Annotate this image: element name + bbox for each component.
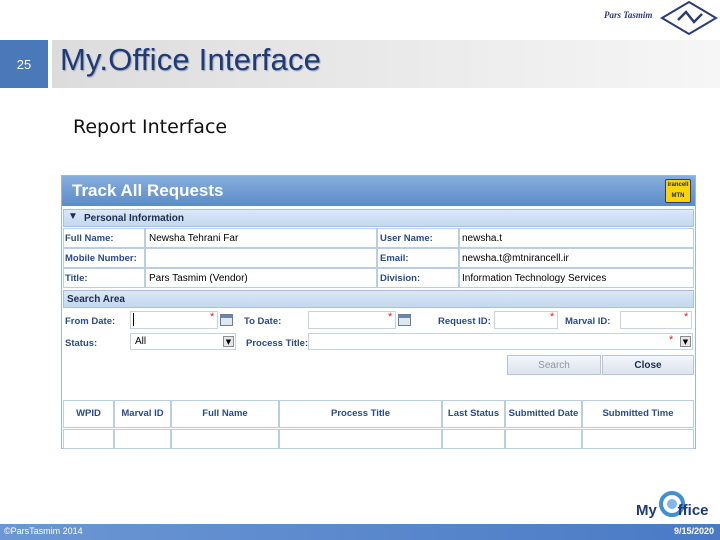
column-header-process-title[interactable]: Process Title xyxy=(279,400,442,428)
irancell-logo-icon: irancell MTN xyxy=(665,179,691,203)
to-date-input[interactable] xyxy=(308,311,396,329)
mobile-value-cell xyxy=(145,248,377,268)
column-header-marval-id[interactable]: Marval ID xyxy=(114,400,171,428)
user-name-value: newsha.t xyxy=(462,233,503,244)
table-cell xyxy=(171,429,279,449)
search-area-label: Search Area xyxy=(67,294,125,305)
request-id-label: Request ID: xyxy=(438,316,491,327)
required-asterisk: * xyxy=(669,334,674,346)
mobile-label: Mobile Number: xyxy=(65,253,137,264)
table-cell xyxy=(63,429,114,449)
table-cell xyxy=(505,429,582,449)
required-asterisk: * xyxy=(550,311,555,323)
email-label: Email: xyxy=(380,253,409,264)
footer-copyright: ©ParsTasmim 2014 xyxy=(4,526,83,536)
email-value: newsha.t@mtnirancell.ir xyxy=(462,253,569,264)
status-value: All xyxy=(135,336,147,347)
table-cell xyxy=(582,429,694,449)
marval-id-label: Marval ID: xyxy=(565,316,611,327)
app-title: Track All Requests xyxy=(72,181,224,200)
column-header-wpid[interactable]: WPID xyxy=(63,400,114,428)
calendar-icon[interactable] xyxy=(220,314,233,326)
status-select[interactable]: All ▼ xyxy=(130,333,236,350)
process-title-select[interactable]: * ▼ xyxy=(308,333,693,350)
full-name-label: Full Name: xyxy=(65,233,114,244)
from-date-input[interactable] xyxy=(130,311,218,329)
chevron-down-icon[interactable]: ▼ xyxy=(680,336,691,347)
footer-date: 9/15/2020 xyxy=(673,526,714,536)
required-asterisk: * xyxy=(684,311,689,323)
column-header-last-status[interactable]: Last Status xyxy=(442,400,505,428)
full-name-value: Newsha Tehrani Far xyxy=(149,233,239,244)
table-cell xyxy=(279,429,442,449)
title-value: Pars Tasmim (Vendor) xyxy=(149,273,248,284)
slide-title: My.Office Interface xyxy=(60,42,322,77)
column-header-submitted-time[interactable]: Submitted Time xyxy=(582,400,694,428)
personal-info-label: Personal Information xyxy=(84,213,185,224)
close-button[interactable]: Close xyxy=(602,355,694,375)
app-header: Track All Requests irancell MTN xyxy=(62,176,695,206)
search-area-bar xyxy=(63,290,694,308)
search-button[interactable]: Search xyxy=(507,355,601,375)
column-header-submitted-date[interactable]: Submitted Date xyxy=(505,400,582,428)
pars-tasmim-logo-icon xyxy=(660,0,718,36)
slide-number: 25 xyxy=(0,40,48,88)
title-label: Title: xyxy=(65,273,88,284)
division-value: Information Technology Services xyxy=(462,273,607,284)
footer-bar xyxy=(0,524,720,540)
myoffice-logo-text: My ffice xyxy=(636,502,709,519)
chevron-down-icon[interactable]: ▼ xyxy=(223,336,234,347)
marval-id-input[interactable] xyxy=(620,311,692,329)
status-label: Status: xyxy=(65,338,98,349)
slide-subtitle: Report Interface xyxy=(73,116,228,138)
division-label: Division: xyxy=(380,273,421,284)
calendar-icon[interactable] xyxy=(398,314,411,326)
column-header-full-name[interactable]: Full Name xyxy=(171,400,279,428)
table-cell xyxy=(442,429,505,449)
brand-text: Pars Tasmim xyxy=(604,10,653,20)
table-cell xyxy=(114,429,171,449)
to-date-label: To Date: xyxy=(244,316,282,327)
process-title-label: Process Title: xyxy=(246,338,309,349)
collapse-triangle-icon[interactable]: ▼ xyxy=(68,211,78,222)
request-id-input[interactable] xyxy=(494,311,558,329)
user-name-label: User Name: xyxy=(380,233,433,244)
required-asterisk: * xyxy=(210,311,215,323)
from-date-label: From Date: xyxy=(65,316,116,327)
track-requests-panel: Track All Requests irancell MTN ▼ Persona… xyxy=(61,175,696,449)
required-asterisk: * xyxy=(388,311,393,323)
text-cursor xyxy=(133,313,134,326)
